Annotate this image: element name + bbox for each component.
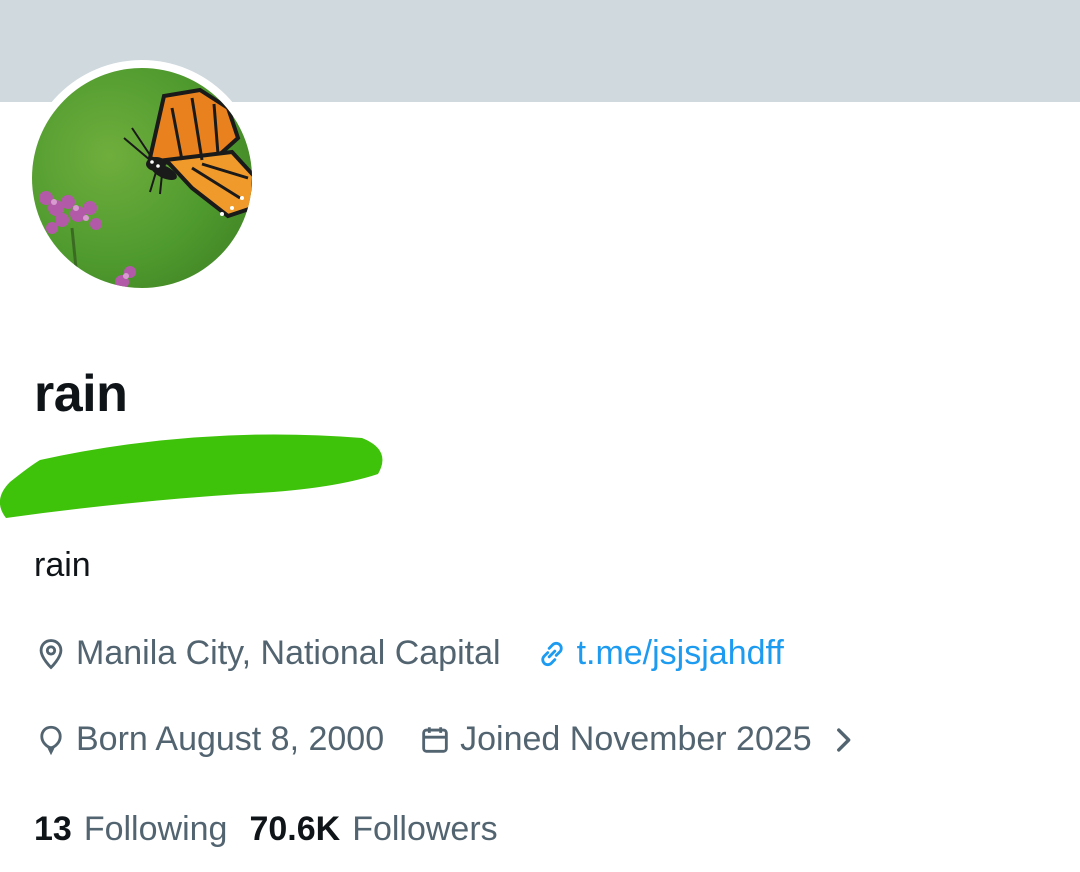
followers-count[interactable]: 70.6K bbox=[249, 810, 340, 849]
following-label[interactable]: Following bbox=[84, 810, 228, 849]
profile-meta-row-2: Born August 8, 2000 Joined November 2025 bbox=[34, 720, 902, 759]
profile-bio: rain bbox=[34, 546, 91, 584]
butterfly-avatar-image bbox=[32, 68, 252, 288]
location-pin-icon bbox=[39, 638, 63, 669]
follow-stats: 13 Following 70.6K Followers bbox=[34, 810, 520, 849]
link-icon bbox=[540, 641, 563, 666]
birthday-text: Born August 8, 2000 bbox=[76, 720, 385, 758]
location-text: Manila City, National Capital bbox=[76, 634, 501, 672]
joined-text: Joined November 2025 bbox=[460, 720, 812, 758]
followers-label[interactable]: Followers bbox=[352, 810, 497, 849]
birthday-item: Born August 8, 2000 bbox=[34, 720, 384, 759]
profile-meta-row: Manila City, National Capital t.me/jsjsj… bbox=[34, 634, 818, 673]
display-name: rain bbox=[34, 365, 128, 423]
website-item[interactable]: t.me/jsjsjahdff bbox=[535, 634, 784, 673]
balloon-icon bbox=[40, 725, 62, 755]
profile-page: rain rain Manila City, National Capital … bbox=[0, 0, 1080, 872]
avatar[interactable] bbox=[24, 60, 260, 296]
chevron-right-icon[interactable] bbox=[826, 723, 860, 757]
joined-item[interactable]: Joined November 2025 bbox=[418, 720, 868, 759]
website-link[interactable]: t.me/jsjsjahdff bbox=[577, 634, 784, 673]
following-count[interactable]: 13 bbox=[34, 810, 72, 849]
calendar-icon bbox=[422, 726, 448, 753]
redaction-mark bbox=[0, 434, 383, 518]
location-item: Manila City, National Capital bbox=[34, 634, 501, 673]
